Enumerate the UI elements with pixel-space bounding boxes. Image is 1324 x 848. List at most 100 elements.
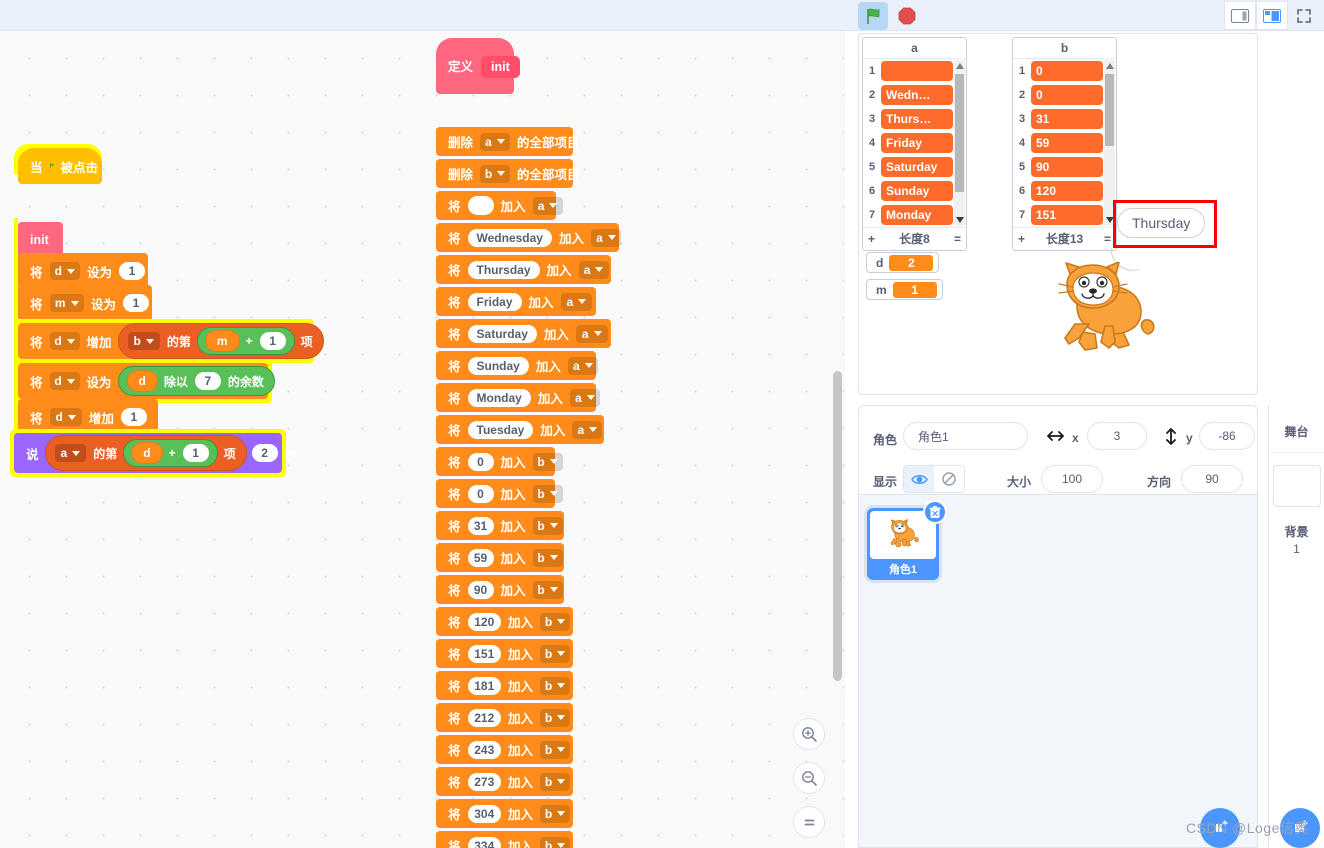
- list-a-scrollbar[interactable]: [954, 60, 965, 226]
- block-add-to-list-a-1[interactable]: 将 Wednesday 加入 a: [436, 223, 621, 252]
- scroll-down-arrow-icon[interactable]: [1105, 214, 1114, 226]
- list-dropdown-b[interactable]: b: [532, 484, 563, 503]
- block-add-to-list-a-0[interactable]: 将 加入 a: [436, 191, 563, 220]
- variable-dropdown-d[interactable]: d: [49, 408, 82, 426]
- list-a-scroll-thumb[interactable]: [955, 74, 964, 192]
- list-dropdown-a[interactable]: a: [567, 356, 598, 375]
- block-add-to-list-a-5[interactable]: 将 Sunday 加入 a: [436, 351, 598, 380]
- list-dropdown-b[interactable]: b: [540, 772, 570, 791]
- x-position-input[interactable]: 3: [1087, 422, 1147, 450]
- list-monitor-a[interactable]: a 1 2 Wedn… 3 Thurs… 4 Friday 5 Saturday 6 Sunday 7…: [862, 37, 967, 251]
- block-set-m-to-1[interactable]: 将 m 设为 1: [18, 285, 152, 321]
- list-row[interactable]: 1: [863, 59, 955, 83]
- list-row-value[interactable]: Wedn…: [881, 85, 953, 105]
- block-add-to-list-b-13[interactable]: 将 120 加入 b: [436, 607, 573, 636]
- size-input[interactable]: 100: [1041, 465, 1103, 493]
- list-dropdown-a[interactable]: a: [575, 324, 608, 343]
- add-value-input[interactable]: 273: [467, 772, 501, 791]
- list-row[interactable]: 4 Friday: [863, 131, 955, 155]
- list-b-add-button[interactable]: +: [1018, 232, 1025, 246]
- list-dropdown-a[interactable]: a: [532, 196, 563, 215]
- list-dropdown-b[interactable]: b: [127, 332, 160, 350]
- add-value-input[interactable]: 0: [467, 452, 494, 471]
- code-canvas[interactable]: 当 被点击 init 将 d 设为 1 将 m 设为 1 将 d 增加 b 的第…: [0, 31, 845, 848]
- list-dropdown-a[interactable]: a: [578, 260, 609, 279]
- add-value-input[interactable]: Friday: [467, 292, 522, 311]
- block-add-to-list-b-20[interactable]: 将 334 加入 b: [436, 831, 573, 848]
- list-dropdown-b[interactable]: b: [532, 580, 563, 599]
- add-value-input[interactable]: 90: [467, 580, 494, 599]
- list-dropdown-b[interactable]: b: [540, 644, 570, 663]
- add-value-input[interactable]: Saturday: [467, 324, 537, 343]
- block-add-to-list-a-2[interactable]: 将 Thursday 加入 a: [436, 255, 612, 284]
- block-define-init[interactable]: 定义 init: [436, 38, 520, 94]
- show-sprite-button[interactable]: [904, 466, 934, 492]
- block-add-to-list-b-9[interactable]: 将 0 加入 b: [436, 479, 563, 508]
- green-flag-button[interactable]: [858, 2, 888, 30]
- add-value-input[interactable]: 334: [467, 836, 501, 848]
- list-row-value[interactable]: Saturday: [881, 157, 953, 177]
- addend-input[interactable]: 1: [182, 444, 209, 462]
- list-row-value[interactable]: 31: [1031, 109, 1103, 129]
- add-value-input[interactable]: 0: [467, 484, 494, 503]
- block-set-d-to-mod[interactable]: 将 d 设为 d 除以 7 的余数: [18, 363, 275, 399]
- list-dropdown-a[interactable]: a: [572, 420, 603, 439]
- list-row[interactable]: 6 120: [1013, 179, 1105, 203]
- list-row-value[interactable]: 0: [1031, 85, 1103, 105]
- value-input[interactable]: 1: [119, 262, 145, 280]
- list-row-value[interactable]: Sunday: [881, 181, 953, 201]
- add-value-input[interactable]: Monday: [467, 388, 531, 407]
- block-add-to-list-b-17[interactable]: 将 243 加入 b: [436, 735, 573, 764]
- list-dropdown-b[interactable]: b: [540, 676, 570, 695]
- stage-selector-panel[interactable]: 舞台 背景 1: [1268, 405, 1324, 848]
- stop-button[interactable]: [892, 2, 922, 30]
- sprite-name-input[interactable]: 角色1: [903, 422, 1028, 450]
- variable-reporter-d[interactable]: d: [126, 370, 158, 392]
- visibility-toggle-group[interactable]: [903, 465, 965, 493]
- list-dropdown-a[interactable]: a: [569, 388, 600, 407]
- block-add-to-list-a-6[interactable]: 将 Monday 加入 a: [436, 383, 600, 412]
- reporter-item-of-list-a[interactable]: a 的第 d + 1 项: [44, 435, 247, 471]
- add-value-input[interactable]: Sunday: [467, 356, 529, 375]
- list-a-rows[interactable]: 1 2 Wedn… 3 Thurs… 4 Friday 5 Saturday 6 Sunday 7 Mo…: [863, 59, 966, 227]
- list-b-scrollbar[interactable]: [1104, 60, 1115, 226]
- block-when-flag-clicked[interactable]: 当 被点击: [18, 148, 102, 184]
- large-stage-layout-button[interactable]: [1256, 1, 1288, 30]
- block-add-to-list-b-15[interactable]: 将 181 加入 b: [436, 671, 573, 700]
- zoom-in-button[interactable]: [793, 718, 825, 750]
- block-change-d-by-list-item[interactable]: 将 d 增加 b 的第 m + 1 项: [18, 323, 324, 359]
- sprite-scratch-cat[interactable]: [1049, 261, 1159, 367]
- block-delete-all-a[interactable]: 删除 a 的全部项目: [436, 127, 580, 156]
- list-row-value[interactable]: [881, 61, 953, 81]
- add-value-input[interactable]: 212: [467, 708, 501, 727]
- sprite-card-selected[interactable]: 角色1: [867, 500, 947, 580]
- list-dropdown-a[interactable]: a: [560, 292, 593, 311]
- list-dropdown-b[interactable]: b: [480, 164, 511, 183]
- list-dropdown-b[interactable]: b: [532, 516, 563, 535]
- reporter-add[interactable]: m + 1: [196, 327, 295, 355]
- list-row[interactable]: 3 31: [1013, 107, 1105, 131]
- add-value-input[interactable]: 304: [467, 804, 501, 823]
- zoom-out-button[interactable]: [793, 762, 825, 794]
- add-value-input[interactable]: 243: [467, 740, 501, 759]
- list-row[interactable]: 5 90: [1013, 155, 1105, 179]
- block-add-to-list-b-11[interactable]: 将 59 加入 b: [436, 543, 564, 572]
- block-add-to-list-a-3[interactable]: 将 Friday 加入 a: [436, 287, 597, 316]
- list-row[interactable]: 20: [1013, 83, 1105, 107]
- block-add-to-list-b-16[interactable]: 将 212 加入 b: [436, 703, 573, 732]
- block-add-to-list-a-4[interactable]: 将 Saturday 加入 a: [436, 319, 612, 348]
- scroll-up-arrow-icon[interactable]: [955, 60, 964, 72]
- block-add-to-list-b-18[interactable]: 将 273 加入 b: [436, 767, 573, 796]
- list-row[interactable]: 5 Saturday: [863, 155, 955, 179]
- backdrop-thumbnail[interactable]: [1272, 465, 1321, 507]
- list-b-scroll-thumb[interactable]: [1105, 74, 1114, 146]
- list-dropdown-b[interactable]: b: [532, 452, 563, 471]
- list-row-value[interactable]: 120: [1031, 181, 1103, 201]
- add-value-input[interactable]: Thursday: [467, 260, 540, 279]
- define-proto-init[interactable]: init: [481, 56, 520, 78]
- list-b-resize-handle[interactable]: =: [1104, 232, 1111, 246]
- seconds-input[interactable]: 2: [251, 444, 278, 462]
- hide-sprite-button[interactable]: [934, 466, 964, 492]
- list-dropdown-b[interactable]: b: [540, 804, 570, 823]
- direction-input[interactable]: 90: [1181, 465, 1243, 493]
